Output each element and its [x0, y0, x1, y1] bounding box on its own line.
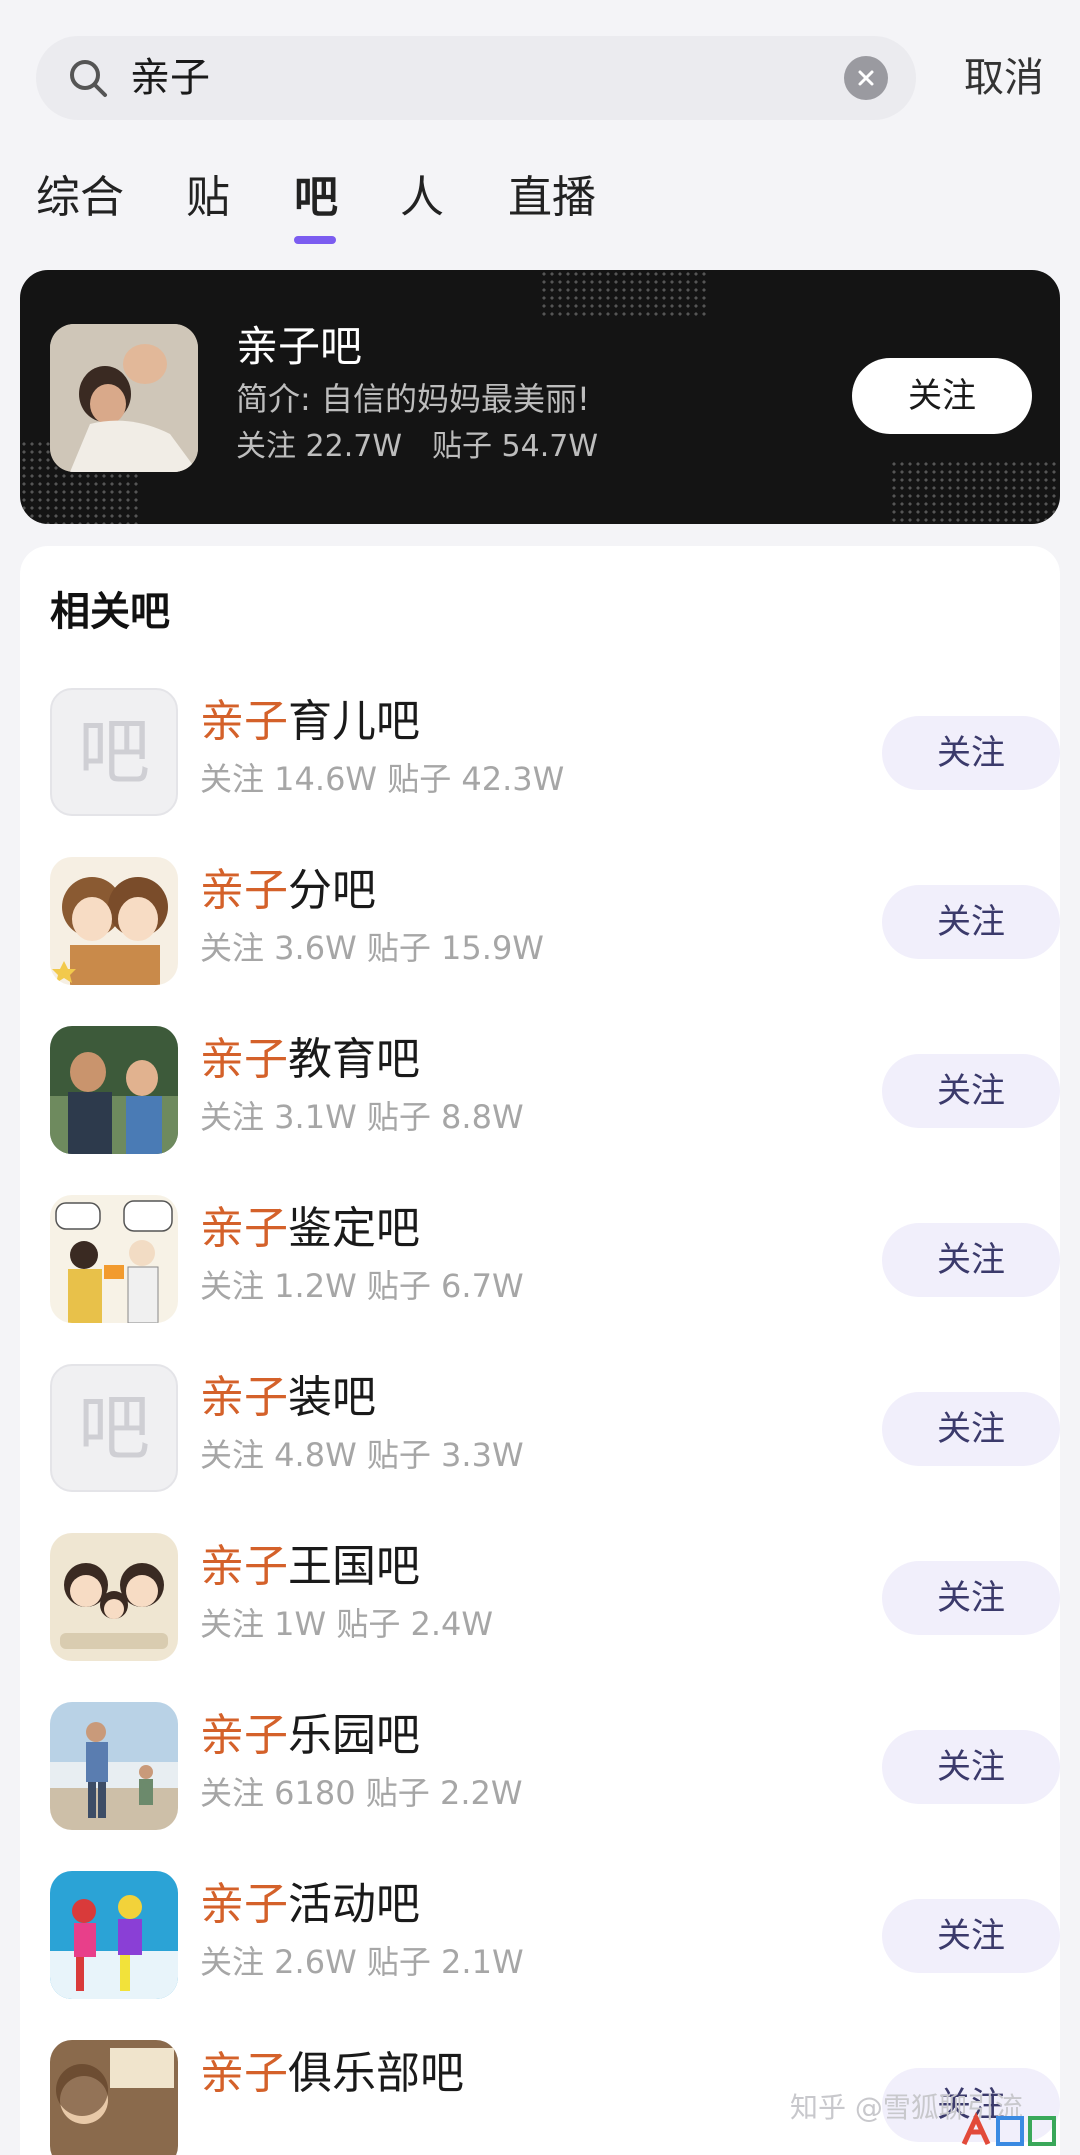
list-item[interactable]: 亲子乐园吧 关注 6180 贴子 2.2W 关注 — [50, 1702, 1060, 1832]
follow-button[interactable]: 关注 — [882, 1730, 1060, 1804]
bar-name: 亲子王国吧 — [200, 1541, 420, 1592]
featured-posts: 贴子 54.7W — [432, 429, 598, 464]
tab-comprehensive[interactable]: 综合 — [36, 168, 124, 228]
list-item[interactable]: 亲子分吧 关注 3.6W 贴子 15.9W 关注 — [50, 857, 1060, 987]
list-item[interactable]: 亲子教育吧 关注 3.1W 贴子 8.8W 关注 — [50, 1026, 1060, 1156]
follow-button[interactable]: 关注 — [882, 1054, 1060, 1128]
bar-name: 亲子活动吧 — [200, 1879, 420, 1930]
related-title: 相关吧 — [50, 589, 170, 635]
bar-thumbnail — [50, 1871, 178, 1999]
list-item[interactable]: 亲子王国吧 关注 1W 贴子 2.4W 关注 — [50, 1533, 1060, 1663]
list-item[interactable]: 吧 亲子育儿吧 关注 14.6W 贴子 42.3W 关注 — [50, 688, 1060, 818]
featured-title: 亲子吧 — [236, 322, 363, 371]
cancel-button[interactable]: 取消 — [964, 52, 1044, 104]
bar-stats: 关注 6180 贴子 2.2W — [200, 1774, 523, 1812]
follow-button[interactable]: 关注 — [882, 1392, 1060, 1466]
bar-stats: 关注 4.8W 贴子 3.3W — [200, 1436, 524, 1474]
bar-stats: 关注 3.6W 贴子 15.9W — [200, 929, 544, 967]
search-query: 亲子 — [130, 55, 210, 101]
bar-thumbnail — [50, 1533, 178, 1661]
bar-stats: 关注 1.2W 贴子 6.7W — [200, 1267, 524, 1305]
tab-indicator — [294, 236, 336, 244]
bar-placeholder-icon: 吧 — [50, 1364, 178, 1492]
clear-icon[interactable] — [844, 56, 888, 100]
bar-name: 亲子育儿吧 — [200, 696, 420, 747]
tab-people[interactable]: 人 — [400, 168, 444, 228]
bar-name: 亲子乐园吧 — [200, 1710, 420, 1761]
dots-decoration — [890, 460, 1060, 524]
related-bars-card: 相关吧 吧 亲子育儿吧 关注 14.6W 贴子 42.3W 关注 亲子分吧 关注… — [20, 546, 1060, 2155]
bar-stats: 关注 1W 贴子 2.4W — [200, 1605, 494, 1643]
follow-button[interactable]: 关注 — [882, 885, 1060, 959]
bar-name: 亲子俱乐部吧 — [200, 2048, 464, 2099]
search-icon — [70, 60, 107, 97]
search-row: 亲子 取消 — [36, 36, 1044, 120]
watermark-logo-icon — [961, 2112, 1056, 2146]
bar-name: 亲子鉴定吧 — [200, 1203, 420, 1254]
bar-placeholder-icon: 吧 — [50, 688, 178, 816]
bar-name: 亲子分吧 — [200, 865, 376, 916]
dots-decoration — [540, 270, 710, 320]
follow-button[interactable]: 关注 — [882, 716, 1060, 790]
featured-followers: 关注 22.7W — [236, 429, 402, 464]
bar-thumbnail — [50, 1195, 178, 1323]
featured-bar-card[interactable]: 亲子吧 简介: 自信的妈妈最美丽! 关注 22.7W 贴子 54.7W 关注 — [20, 270, 1060, 524]
bar-name: 亲子教育吧 — [200, 1034, 420, 1085]
bar-name: 亲子装吧 — [200, 1372, 376, 1423]
bar-stats: 关注 14.6W 贴子 42.3W — [200, 760, 565, 798]
bar-thumbnail — [50, 1026, 178, 1154]
follow-button[interactable]: 关注 — [882, 1899, 1060, 1973]
tab-live[interactable]: 直播 — [508, 168, 596, 228]
tab-posts[interactable]: 贴 — [186, 168, 230, 228]
bar-thumbnail — [50, 1702, 178, 1830]
featured-stats: 关注 22.7W 贴子 54.7W — [236, 426, 628, 468]
featured-description: 简介: 自信的妈妈最美丽! — [236, 380, 590, 418]
follow-button[interactable]: 关注 — [882, 1223, 1060, 1297]
bar-thumbnail — [50, 857, 178, 985]
tab-bars[interactable]: 吧 — [294, 168, 338, 228]
featured-follow-button[interactable]: 关注 — [852, 358, 1032, 434]
bar-thumbnail — [50, 2040, 178, 2155]
search-input[interactable]: 亲子 — [36, 36, 916, 120]
list-item[interactable]: 亲子活动吧 关注 2.6W 贴子 2.1W 关注 — [50, 1871, 1060, 2001]
follow-button[interactable]: 关注 — [882, 1561, 1060, 1635]
list-item[interactable]: 吧 亲子装吧 关注 4.8W 贴子 3.3W 关注 — [50, 1364, 1060, 1494]
featured-avatar — [50, 324, 198, 472]
bar-stats: 关注 3.1W 贴子 8.8W — [200, 1098, 524, 1136]
search-tabs: 综合 贴 吧 人 直播 — [36, 168, 1036, 248]
bar-stats: 关注 2.6W 贴子 2.1W — [200, 1943, 524, 1981]
list-item[interactable]: 亲子鉴定吧 关注 1.2W 贴子 6.7W 关注 — [50, 1195, 1060, 1325]
